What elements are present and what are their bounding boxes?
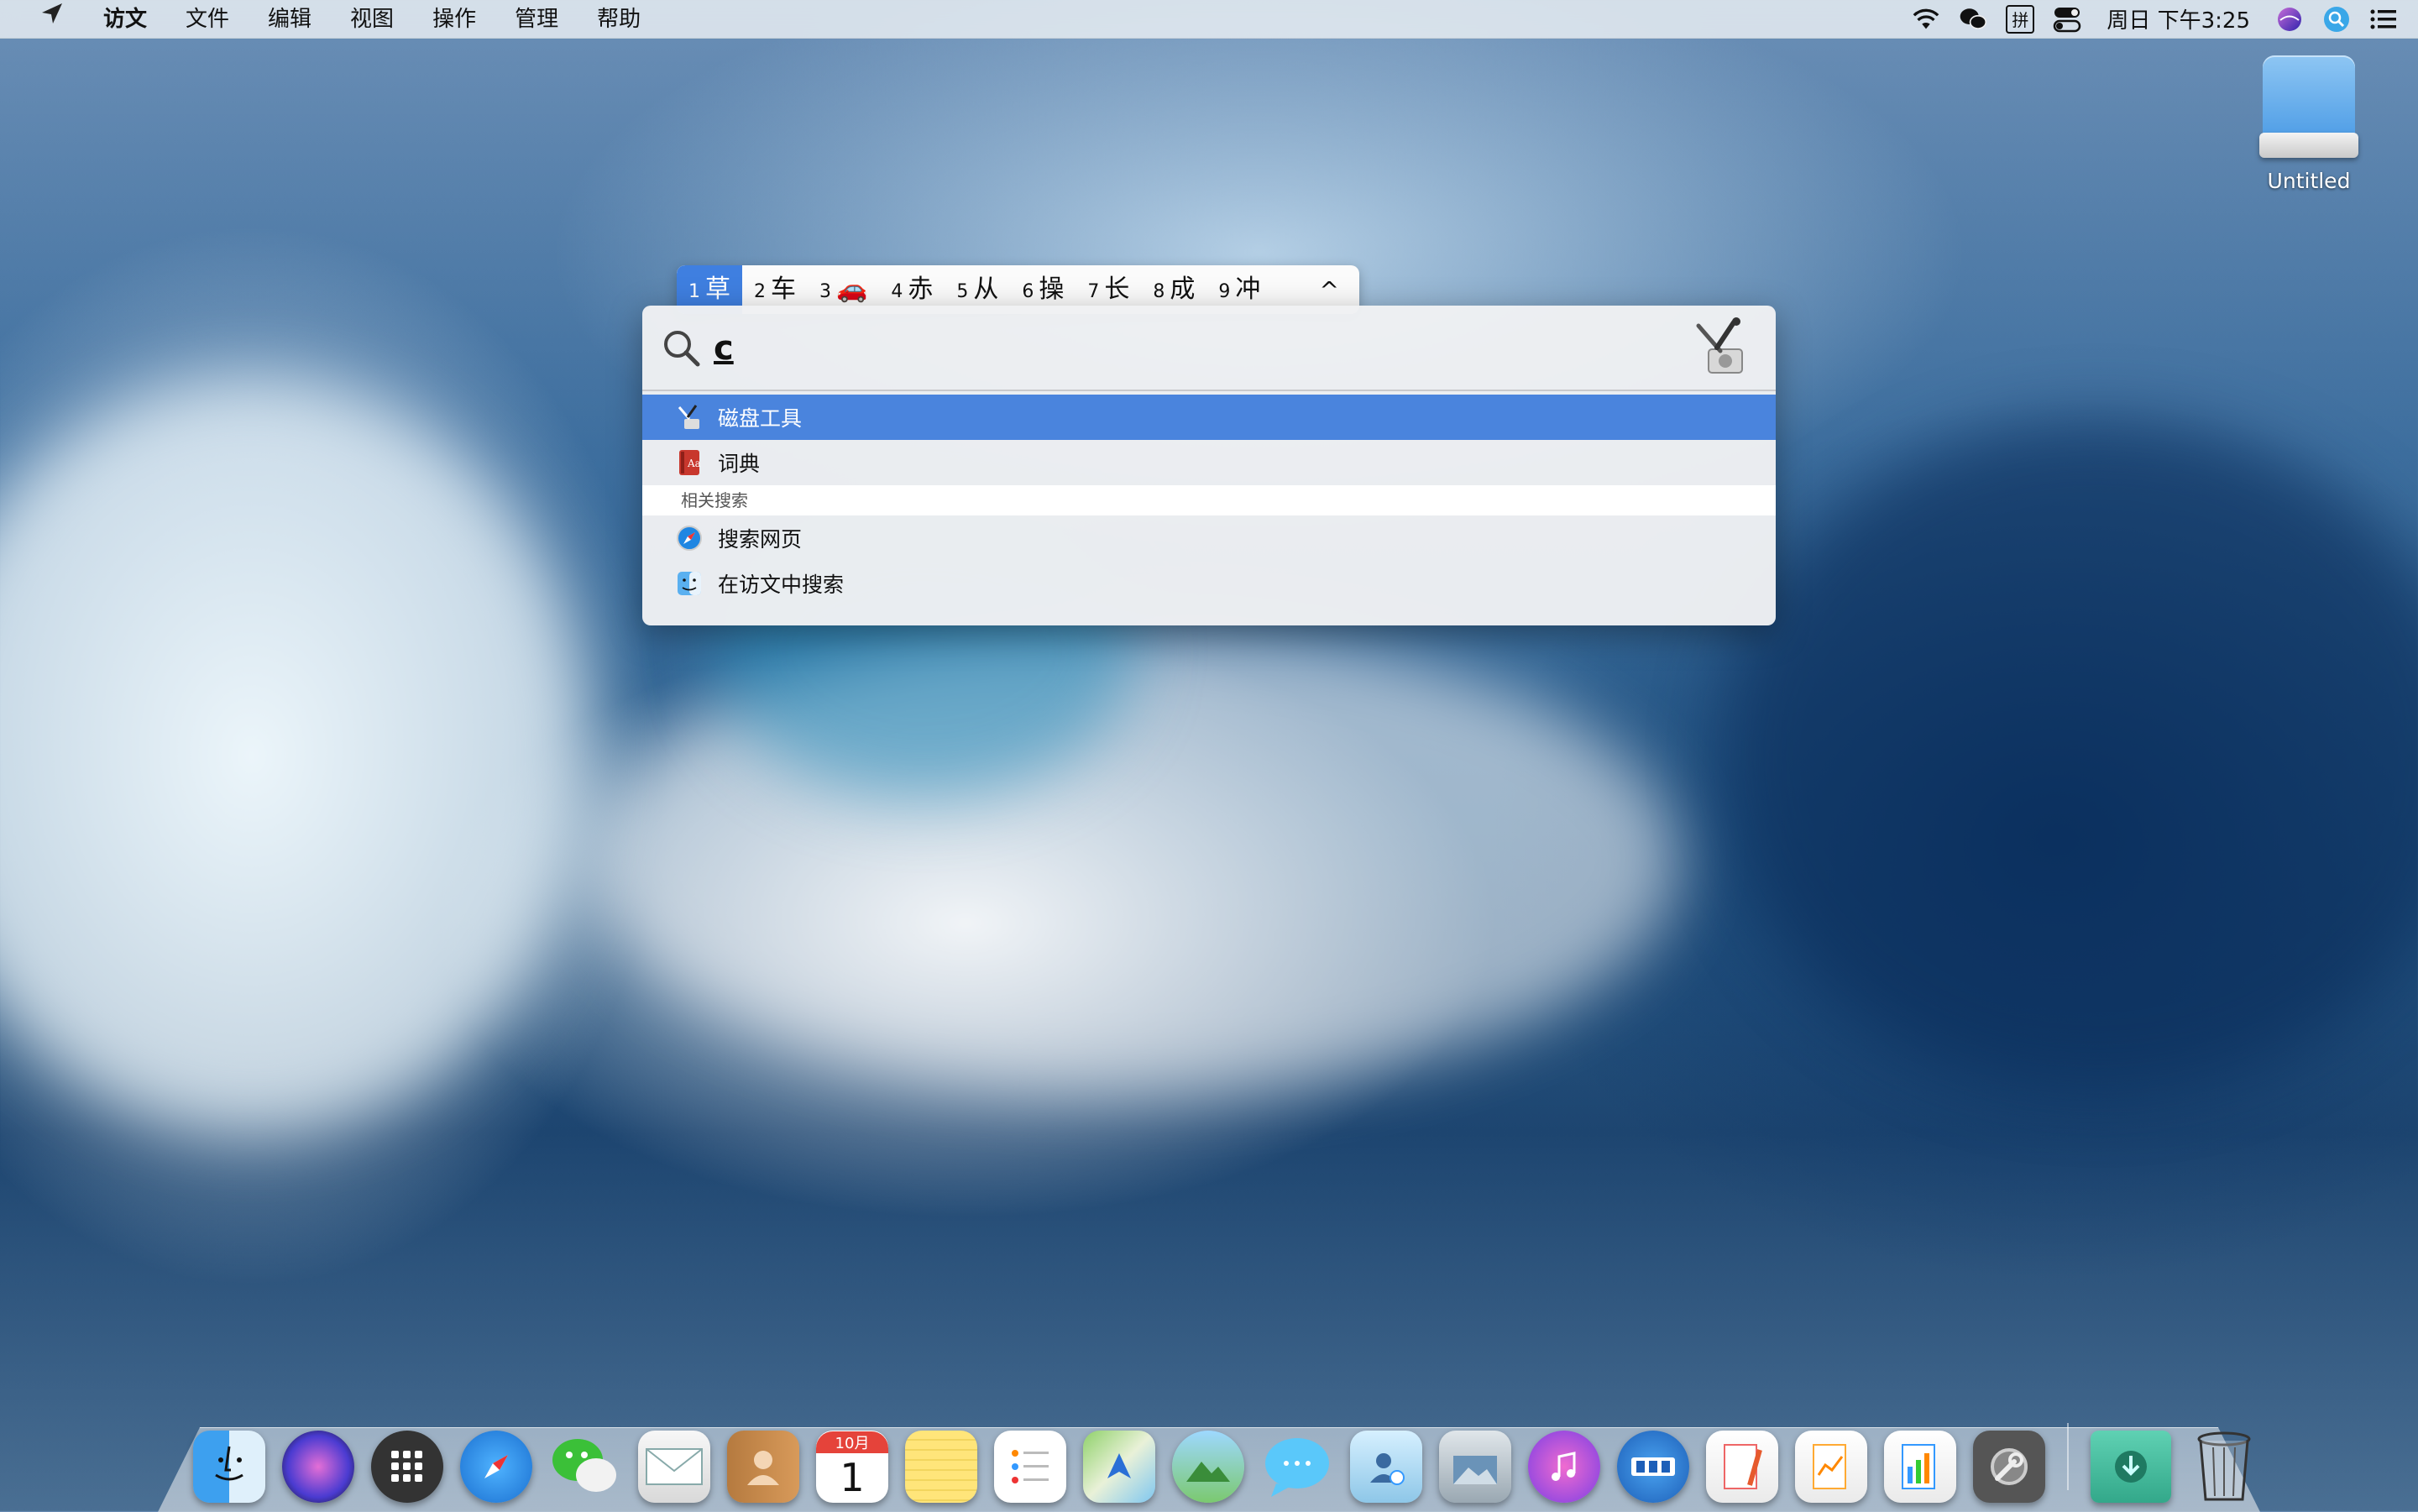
menu-action[interactable]: 操作 (413, 0, 495, 39)
safari-icon[interactable] (460, 1431, 532, 1503)
contacts-icon[interactable] (727, 1431, 799, 1503)
dock-separator (2067, 1423, 2069, 1490)
numbers-icon[interactable] (1884, 1431, 1956, 1503)
input-method-label: 拼 (2012, 10, 2029, 30)
calendar-month: 10月 (816, 1431, 888, 1453)
calendar-icon[interactable]: 10月 1 (816, 1431, 888, 1503)
facetime-icon[interactable] (1350, 1431, 1422, 1503)
finder-icon (676, 570, 703, 597)
wallpaper-spray (0, 378, 588, 1133)
menu-bar: 访文 文件 编辑 视图 操作 管理 帮助 拼 周日 下午3:25 (0, 0, 2418, 39)
dock: 10月 1 (193, 1410, 2260, 1503)
menu-file[interactable]: 文件 (166, 0, 249, 39)
siri-icon[interactable] (282, 1431, 354, 1503)
mail-icon[interactable] (638, 1431, 710, 1503)
control-center-icon[interactable] (2053, 5, 2081, 34)
menu-help[interactable]: 帮助 (578, 0, 660, 39)
notification-list-icon[interactable] (2369, 5, 2398, 34)
image-capture-icon[interactable] (1439, 1431, 1511, 1503)
spotlight-icon[interactable] (2322, 5, 2351, 34)
svg-text:Aa: Aa (687, 458, 701, 469)
result-label: 搜索网页 (718, 527, 803, 552)
finder-icon[interactable] (193, 1431, 265, 1503)
spotlight-panel: 磁盘工具 Aa 词典 相关搜索 搜索网页 在访文中搜索 (642, 306, 1776, 625)
result-label: 磁盘工具 (718, 406, 803, 431)
input-method-icon[interactable]: 拼 (2006, 4, 2035, 34)
menu-edit[interactable]: 编辑 (249, 0, 331, 39)
result-disk-utility[interactable]: 磁盘工具 (642, 395, 1776, 440)
photos-icon[interactable] (1172, 1431, 1244, 1503)
app-menu[interactable]: 访文 (84, 0, 166, 39)
itunes-icon[interactable] (1528, 1431, 1600, 1503)
safari-icon (676, 525, 703, 552)
result-search-web[interactable]: 搜索网页 (642, 515, 1776, 561)
result-label: 在访文中搜索 (718, 573, 845, 597)
keynote-icon[interactable] (1795, 1431, 1867, 1503)
downloads-folder-icon[interactable] (2091, 1431, 2171, 1503)
section-header-related: 相关搜索 (642, 485, 1776, 515)
siri-icon[interactable] (2275, 5, 2304, 34)
external-drive-icon (2259, 55, 2358, 160)
wifi-icon[interactable] (1912, 5, 1940, 34)
reminders-icon[interactable] (994, 1431, 1066, 1503)
menu-view[interactable]: 视图 (331, 0, 413, 39)
desktop-drive[interactable]: Untitled (2250, 55, 2368, 193)
spotlight-search-input[interactable] (712, 324, 1639, 373)
drive-label: Untitled (2267, 169, 2351, 193)
trash-icon[interactable] (2188, 1431, 2260, 1503)
wechat-icon[interactable] (549, 1431, 621, 1503)
notes-icon[interactable] (905, 1431, 977, 1503)
result-search-in-finder[interactable]: 在访文中搜索 (642, 561, 1776, 606)
magnifier-icon (664, 331, 700, 367)
spotlight-results: 磁盘工具 Aa 词典 相关搜索 搜索网页 在访文中搜索 (642, 395, 1776, 606)
pages-icon[interactable] (1706, 1431, 1778, 1503)
maps-icon[interactable] (1083, 1431, 1155, 1503)
result-label: 词典 (718, 452, 761, 476)
ime-collapse-chevron-icon[interactable]: ^ (1300, 276, 1359, 304)
messages-icon[interactable] (1261, 1431, 1333, 1503)
launchpad-icon[interactable] (371, 1431, 443, 1503)
location-arrow-icon[interactable] (20, 0, 84, 39)
menu-clock[interactable]: 周日 下午3:25 (2107, 3, 2250, 34)
dictionary-icon: Aa (676, 449, 703, 476)
disk-utility-preview-icon (1696, 317, 1743, 374)
spotlight-search-row (642, 306, 1776, 391)
system-preferences-icon[interactable] (1973, 1431, 2045, 1503)
wechat-icon[interactable] (1959, 5, 1987, 34)
calendar-day: 1 (840, 1455, 865, 1500)
disk-utility-icon (676, 404, 703, 431)
wallpaper-deep-wave (1721, 420, 2418, 1091)
keynote-remote-icon[interactable] (1617, 1431, 1689, 1503)
menu-manage[interactable]: 管理 (495, 0, 578, 39)
result-dictionary[interactable]: Aa 词典 (642, 440, 1776, 485)
